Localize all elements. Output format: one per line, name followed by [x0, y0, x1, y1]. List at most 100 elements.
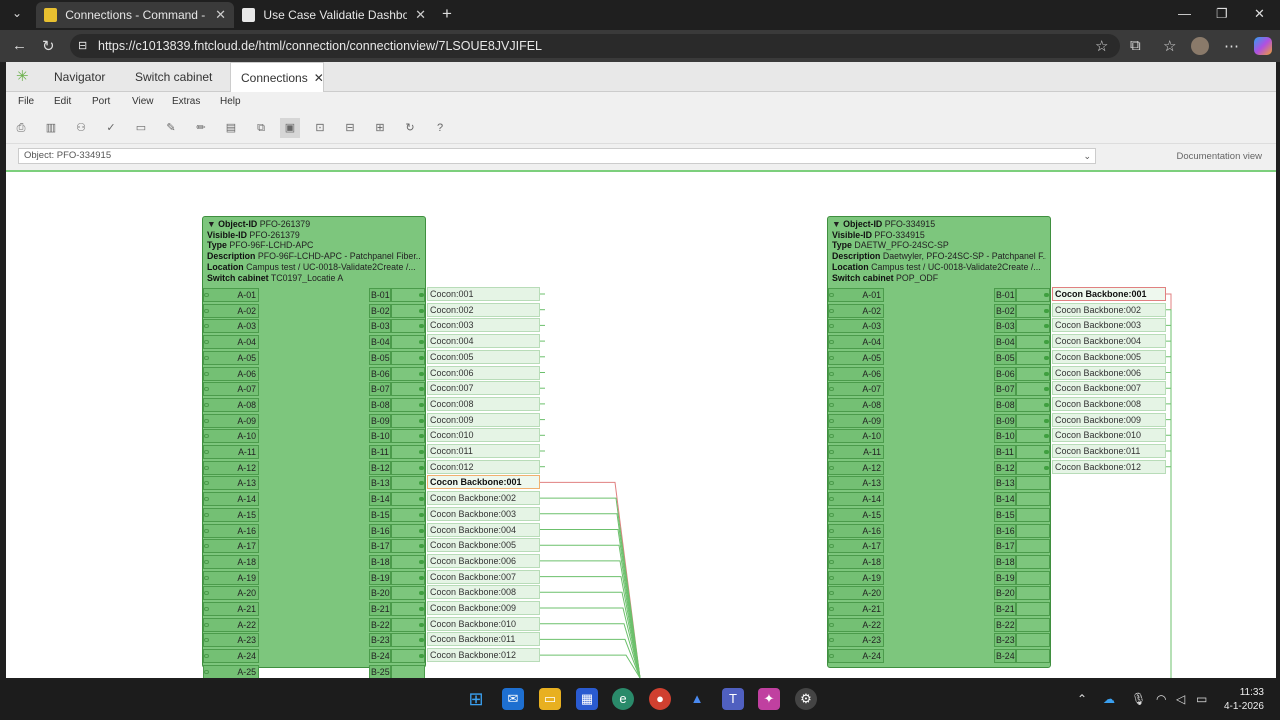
close-tab-icon[interactable]: ✕	[215, 7, 226, 23]
panel-view-icon[interactable]: ▣	[280, 118, 300, 138]
settings-icon[interactable]: ⚙	[795, 688, 817, 710]
port-b[interactable]: B-03	[994, 319, 1016, 334]
port-row[interactable]: A-21 B-21	[203, 602, 425, 618]
port-b[interactable]: B-22	[994, 617, 1016, 632]
volume-icon[interactable]: ◁	[1176, 692, 1185, 706]
network-icon[interactable]: ⚇	[71, 118, 91, 138]
port-a[interactable]: A-22	[828, 617, 884, 632]
port-connector[interactable]	[1016, 586, 1050, 601]
port-row[interactable]: A-13 B-13	[203, 476, 425, 492]
connection-label[interactable]: Cocon:004	[427, 334, 540, 349]
onedrive-icon[interactable]: ☁	[1103, 692, 1115, 706]
more-menu-icon[interactable]: ⋯	[1224, 37, 1239, 55]
port-row[interactable]: A-01 B-01	[828, 288, 1050, 304]
connection-label[interactable]: Cocon Backbone:004	[427, 522, 540, 537]
import-icon[interactable]: ⊟	[340, 118, 360, 138]
port-b[interactable]: B-16	[994, 523, 1016, 538]
port-row[interactable]: A-05 B-05	[203, 350, 425, 367]
port-a[interactable]: A-14	[203, 492, 259, 507]
connection-label[interactable]: Cocon Backbone:001	[427, 475, 540, 490]
port-b[interactable]: B-13	[369, 476, 391, 491]
port-b[interactable]: B-22	[369, 617, 391, 632]
port-b[interactable]: B-05	[994, 350, 1016, 365]
port-row[interactable]: A-22 B-22	[828, 617, 1050, 634]
port-a[interactable]: A-12	[828, 460, 884, 475]
port-a[interactable]: A-07	[203, 382, 259, 397]
port-b[interactable]: B-12	[994, 460, 1016, 475]
connection-label[interactable]: Cocon:012	[427, 459, 540, 474]
connection-label[interactable]: Cocon Backbone:010	[427, 616, 540, 631]
port-a[interactable]: A-08	[828, 397, 884, 412]
port-a[interactable]: A-11	[828, 445, 884, 459]
edit-link-icon[interactable]: ✎	[161, 118, 181, 138]
hierarchy-icon[interactable]: ⊞	[370, 118, 390, 138]
chrome-icon[interactable]: ●	[649, 688, 671, 710]
port-row[interactable]: A-14 B-14	[828, 492, 1050, 508]
port-b[interactable]: B-15	[994, 507, 1016, 522]
windows-start-icon[interactable]: ⊞	[465, 688, 487, 710]
port-row[interactable]: A-18 B-18	[203, 554, 425, 571]
site-info-icon[interactable]: ⊟	[78, 34, 87, 58]
connection-label[interactable]: Cocon Backbone:010	[1052, 428, 1166, 443]
port-b[interactable]: B-23	[369, 633, 391, 648]
port-row[interactable]: A-03 B-03	[203, 319, 425, 335]
connection-label[interactable]: Cocon:007	[427, 381, 540, 396]
port-a[interactable]: A-24	[828, 649, 884, 664]
connection-label[interactable]: Cocon Backbone:006	[1052, 365, 1166, 380]
connection-label[interactable]: Cocon:002	[427, 302, 540, 317]
port-a[interactable]: A-18	[203, 554, 259, 569]
port-row[interactable]: A-15 B-15	[828, 507, 1050, 524]
port-b[interactable]: B-10	[369, 429, 391, 444]
collapse-triangle-icon[interactable]: ▼	[207, 219, 218, 229]
port-connector[interactable]	[1016, 602, 1050, 616]
menu-port[interactable]: Port	[92, 96, 110, 107]
port-a[interactable]: A-01	[203, 288, 259, 302]
port-b[interactable]: B-07	[369, 382, 391, 397]
port-row[interactable]: A-04 B-04	[828, 335, 1050, 351]
port-b[interactable]: B-19	[369, 570, 391, 585]
port-a[interactable]: A-21	[203, 602, 259, 616]
port-row[interactable]: A-23 B-23	[828, 633, 1050, 649]
patchpanel-left[interactable]: ▼ Object-ID PFO-261379 Visible-ID PFO-261…	[202, 216, 426, 678]
port-b[interactable]: B-08	[369, 397, 391, 412]
delete-icon[interactable]: ▥	[41, 118, 61, 138]
port-connector[interactable]	[1016, 554, 1050, 569]
port-row[interactable]: A-17 B-17	[828, 539, 1050, 555]
port-b[interactable]: B-14	[369, 492, 391, 507]
trash-icon[interactable]: ▤	[221, 118, 241, 138]
new-tab-icon[interactable]: +	[442, 4, 452, 24]
tab-navigator[interactable]: Navigator	[44, 62, 115, 92]
port-b[interactable]: B-16	[369, 523, 391, 538]
port-b[interactable]: B-18	[369, 554, 391, 569]
menu-extras[interactable]: Extras	[172, 96, 200, 107]
favorite-star-icon[interactable]: ☆	[1095, 37, 1108, 55]
port-a[interactable]: A-20	[203, 586, 259, 601]
collapse-triangle-icon[interactable]: ▼	[832, 219, 843, 229]
connection-label[interactable]: Cocon Backbone:011	[1052, 444, 1166, 458]
port-row[interactable]: A-15 B-15	[203, 507, 425, 524]
port-row[interactable]: A-11 B-11	[828, 445, 1050, 461]
outlook-icon[interactable]: ✉	[502, 688, 524, 710]
connection-label[interactable]: Cocon:008	[427, 396, 540, 411]
port-row[interactable]: A-20 B-20	[203, 586, 425, 602]
port-a[interactable]: A-10	[828, 429, 884, 444]
port-row[interactable]: A-09 B-09	[203, 413, 425, 430]
connection-label[interactable]: Cocon Backbone:002	[427, 491, 540, 506]
port-b[interactable]: B-13	[994, 476, 1016, 491]
port-a[interactable]: A-25	[203, 664, 259, 678]
connection-label[interactable]: Cocon:006	[427, 365, 540, 380]
battery-icon[interactable]: ▭	[1196, 692, 1207, 706]
port-row[interactable]: A-10 B-10	[203, 429, 425, 445]
port-connector[interactable]	[1016, 633, 1050, 648]
port-b[interactable]: B-15	[369, 507, 391, 522]
close-tab-icon[interactable]: ✕	[314, 71, 324, 85]
port-row[interactable]: A-24 B-24	[828, 649, 1050, 665]
port-a[interactable]: A-13	[828, 476, 884, 491]
port-b[interactable]: B-06	[369, 366, 391, 381]
port-b[interactable]: B-17	[369, 539, 391, 554]
microphone-icon[interactable]: 🎙	[1131, 692, 1146, 706]
port-connector[interactable]	[1016, 539, 1050, 554]
port-a[interactable]: A-12	[203, 460, 259, 475]
port-a[interactable]: A-14	[828, 492, 884, 507]
port-a[interactable]: A-09	[828, 413, 884, 428]
